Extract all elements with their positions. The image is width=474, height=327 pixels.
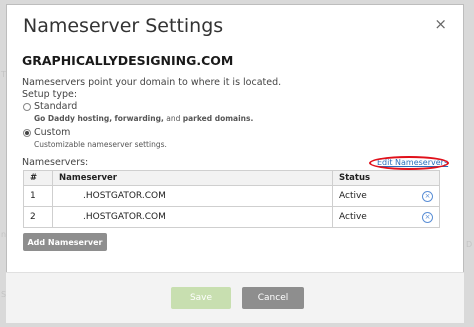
option-standard-description: Go Daddy hosting, forwarding, and parked… (34, 114, 253, 123)
status-cell: Active × (332, 185, 440, 207)
option-standard-label[interactable]: Standard (34, 101, 77, 112)
backdrop-text: D (466, 240, 473, 249)
radio-standard[interactable] (23, 103, 31, 111)
option-custom-description: Customizable nameserver settings. (34, 140, 167, 149)
table-row: 1 .HOSTGATOR.COM Active × (23, 185, 440, 207)
dialog-footer: Save Cancel (6, 272, 464, 323)
close-icon[interactable]: × (434, 15, 447, 33)
option-custom-label[interactable]: Custom (34, 127, 70, 138)
save-button[interactable]: Save (171, 287, 231, 309)
desc-part: forwarding, (114, 114, 164, 123)
column-header-number: # (23, 170, 53, 186)
desc-part: Go Daddy hosting, (34, 114, 113, 123)
cancel-button[interactable]: Cancel (242, 287, 304, 309)
add-nameserver-button[interactable]: Add Nameserver (23, 233, 107, 251)
table-row: 2 .HOSTGATOR.COM Active × (23, 206, 440, 228)
row-number: 2 (23, 206, 53, 228)
dialog-title: Nameserver Settings (23, 15, 224, 37)
description-text: Nameservers point your domain to where i… (22, 77, 282, 88)
domain-name: GRAPHICALLYDESIGNING.COM (22, 53, 234, 68)
setup-type-label: Setup type: (22, 89, 78, 100)
status-text: Active (339, 211, 367, 222)
table-header-row: # Nameserver Status (23, 170, 440, 186)
column-header-nameserver: Nameserver (52, 170, 333, 186)
remove-circle-icon[interactable]: × (422, 190, 433, 202)
nameserver-table: # Nameserver Status 1 .HOSTGATOR.COM Act… (23, 170, 440, 228)
radio-custom[interactable] (23, 129, 31, 137)
desc-part: parked domains. (182, 114, 254, 123)
nameserver-value: .HOSTGATOR.COM (52, 185, 333, 207)
nameserver-value: .HOSTGATOR.COM (52, 206, 333, 228)
remove-circle-icon[interactable]: × (422, 211, 433, 223)
row-number: 1 (23, 185, 53, 207)
status-cell: Active × (332, 206, 440, 228)
highlight-circle (369, 156, 449, 170)
desc-part: and (166, 114, 181, 123)
nameservers-label: Nameservers: (22, 157, 89, 168)
column-header-status: Status (332, 170, 440, 186)
status-text: Active (339, 190, 367, 201)
